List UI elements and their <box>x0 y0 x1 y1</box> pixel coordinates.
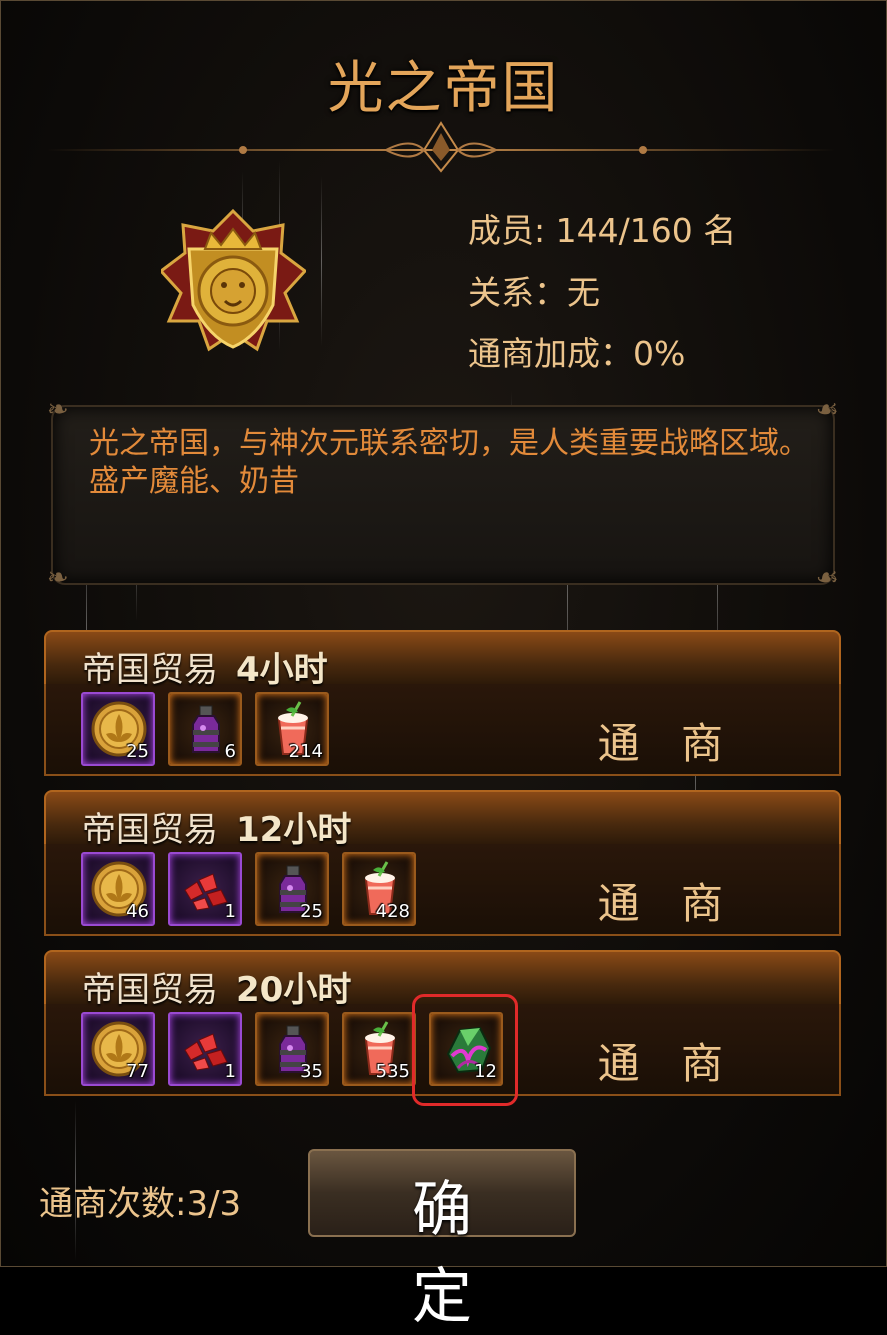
reward-item-slot[interactable]: 428 <box>342 852 416 926</box>
item-quantity: 535 <box>375 1061 410 1082</box>
trade-row: 帝国贸易 4小时通 商 25 6 214 <box>44 630 841 776</box>
trade-button[interactable]: 通 商 <box>598 710 737 771</box>
trade-button[interactable]: 通 商 <box>598 1030 737 1091</box>
reward-item-slot[interactable]: 77 <box>81 1012 155 1086</box>
corner-ornament: ❧ <box>47 395 69 425</box>
corner-ornament: ☙ <box>815 563 839 593</box>
trade-name: 帝国贸易 <box>82 970 218 1010</box>
item-quantity: 214 <box>288 741 323 762</box>
item-quantity: 1 <box>224 1061 236 1082</box>
item-quantity: 35 <box>300 1061 323 1082</box>
empire-trade-panel: 光之帝国 成员: 144/160 名 关系：无 通商加成：0% ❧ ☙ ❧ ☙ … <box>0 0 887 1332</box>
reward-item-slot[interactable]: 535 <box>342 1012 416 1086</box>
trade-count: 通商次数:3/3 <box>39 1184 242 1224</box>
trade-duration: 4小时 <box>236 650 328 690</box>
item-quantity: 1 <box>224 901 236 922</box>
reward-item-slot[interactable]: 46 <box>81 852 155 926</box>
ornament-divider <box>46 121 836 173</box>
rain-streak <box>321 176 322 346</box>
confirm-button[interactable]: 确 定 <box>308 1149 576 1332</box>
reward-item-slot[interactable]: 1 <box>168 852 242 926</box>
lion-emblem-icon <box>161 209 306 352</box>
corner-ornament: ❧ <box>47 563 69 593</box>
member-count: 成员: 144/160 名 <box>468 211 737 250</box>
reward-item-slot[interactable]: 214 <box>255 692 329 766</box>
trade-name: 帝国贸易 <box>82 650 218 690</box>
confirm-label: 确 定 <box>412 1175 516 1332</box>
reward-item-slot[interactable]: 6 <box>168 692 242 766</box>
trade-title: 帝国贸易 20小时 <box>82 962 351 1011</box>
item-quantity: 428 <box>375 901 410 922</box>
reward-item-slot[interactable]: 35 <box>255 1012 329 1086</box>
trade-name: 帝国贸易 <box>82 810 218 850</box>
reward-item-slot[interactable]: 1 <box>168 1012 242 1086</box>
page-title: 光之帝国 <box>327 56 560 121</box>
item-quantity: 25 <box>126 741 149 762</box>
trade-duration: 12小时 <box>236 810 352 850</box>
trade-title: 帝国贸易 4小时 <box>82 642 328 691</box>
item-quantity: 46 <box>126 901 149 922</box>
item-quantity: 6 <box>224 741 236 762</box>
item-quantity: 25 <box>300 901 323 922</box>
empire-description: 光之帝国，与神次元联系密切，是人类重要战略区域。盛产魔能、奶昔 <box>89 426 809 499</box>
trade-bonus: 通商加成：0% <box>468 334 686 373</box>
trade-row: 帝国贸易 12小时通 商 46 1 25 428 <box>44 790 841 936</box>
item-quantity: 77 <box>126 1061 149 1082</box>
relation-status: 关系：无 <box>468 273 600 312</box>
trade-title: 帝国贸易 12小时 <box>82 802 351 851</box>
trade-duration: 20小时 <box>236 970 352 1010</box>
reward-item-slot[interactable]: 25 <box>255 852 329 926</box>
trade-button[interactable]: 通 商 <box>598 870 737 931</box>
highlight-box <box>412 994 518 1106</box>
corner-ornament: ☙ <box>815 395 839 425</box>
reward-item-slot[interactable]: 25 <box>81 692 155 766</box>
description-box: ❧ ☙ ❧ ☙ 光之帝国，与神次元联系密切，是人类重要战略区域。盛产魔能、奶昔 <box>47 397 839 591</box>
